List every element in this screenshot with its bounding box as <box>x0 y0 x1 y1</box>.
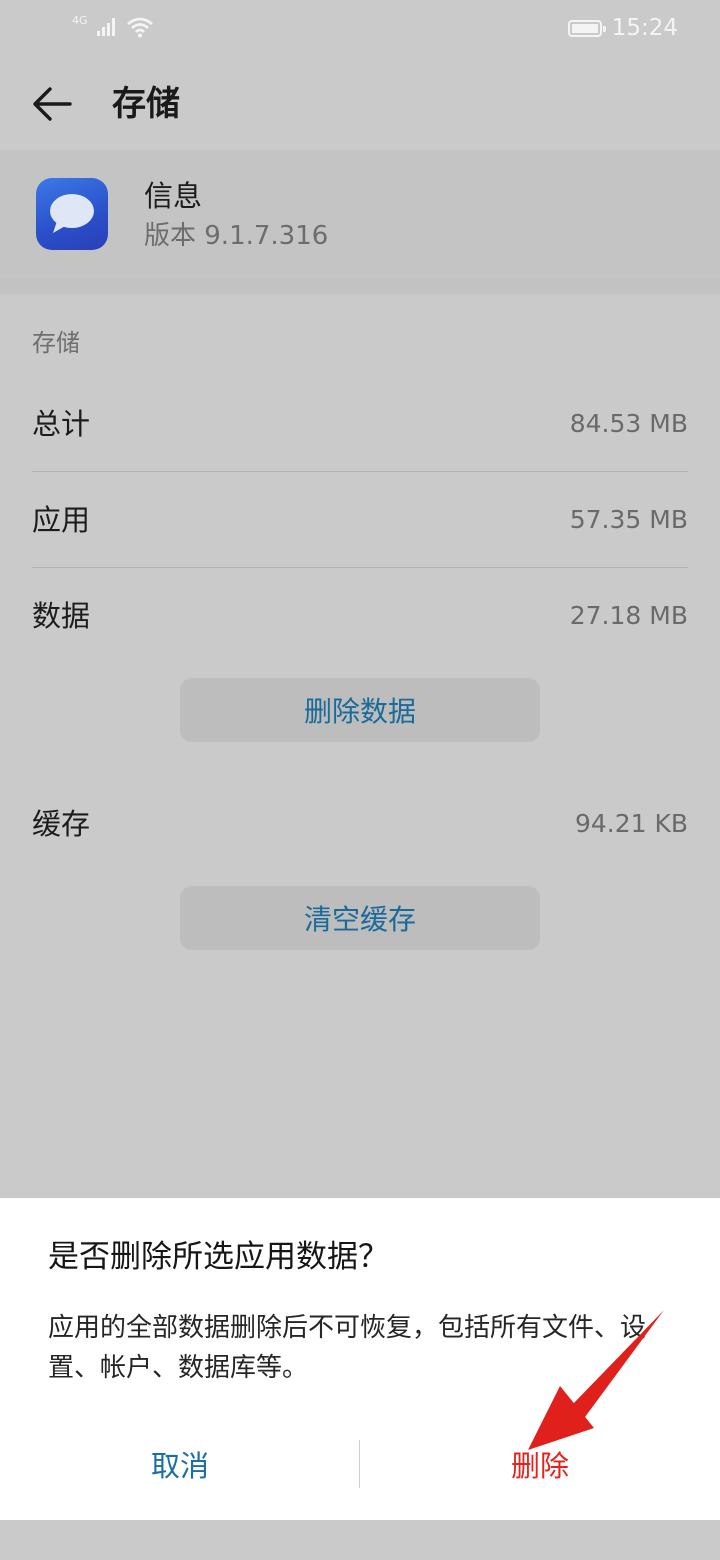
message-bubble-icon <box>50 194 94 233</box>
back-button[interactable] <box>24 76 80 132</box>
cancel-button[interactable]: 取消 <box>0 1436 360 1492</box>
wifi-icon <box>126 17 153 38</box>
storage-row-data: 数据 27.18 MB <box>32 568 688 664</box>
dialog-message: 应用的全部数据删除后不可恢复，包括所有文件、设置、帐户、数据库等。 <box>48 1313 647 1383</box>
clear-data-button[interactable]: 删除数据 <box>180 678 540 742</box>
storage-row-app: 应用 57.35 MB <box>32 472 688 568</box>
clear-cache-button[interactable]: 清空缓存 <box>180 886 540 950</box>
arrow-left-icon <box>33 87 72 121</box>
app-version: 版本 9.1.7.316 <box>144 221 329 251</box>
row-value: 57.35 MB <box>569 505 688 534</box>
delete-button[interactable]: 删除 <box>360 1436 720 1492</box>
row-label: 总计 <box>32 407 91 441</box>
app-icon <box>36 178 108 250</box>
storage-row-cache: 缓存 94.21 KB <box>32 776 688 872</box>
battery-icon <box>567 19 606 37</box>
row-label: 缓存 <box>32 807 91 841</box>
signal-icon <box>96 18 115 36</box>
row-label: 应用 <box>32 503 91 537</box>
app-info-header: 信息 版本 9.1.7.316 <box>0 150 720 278</box>
top-app-bar: 存储 <box>0 56 720 150</box>
page-title: 存储 <box>112 84 180 124</box>
row-value: 27.18 MB <box>569 601 688 630</box>
storage-section-label: 存储 <box>32 329 80 357</box>
storage-row-total: 总计 84.53 MB <box>32 376 688 472</box>
network-type-label: 4G <box>72 13 88 27</box>
section-divider <box>0 278 720 294</box>
status-icons-right: 15:24 <box>567 10 678 46</box>
app-name: 信息 <box>144 179 203 213</box>
status-icons-left: 4G <box>72 14 154 40</box>
status-time: 15:24 <box>611 15 678 41</box>
dialog-title: 是否删除所选应用数据？ <box>48 1239 389 1275</box>
confirm-delete-dialog: 是否删除所选应用数据？ 应用的全部数据删除后不可恢复，包括所有文件、设置、帐户、… <box>0 1198 720 1520</box>
navigation-bar-area <box>0 1520 720 1560</box>
row-value: 94.21 KB <box>574 809 688 838</box>
status-bar: 4G 15:24 <box>0 0 720 56</box>
row-value: 84.53 MB <box>569 409 688 438</box>
row-label: 数据 <box>32 599 91 633</box>
